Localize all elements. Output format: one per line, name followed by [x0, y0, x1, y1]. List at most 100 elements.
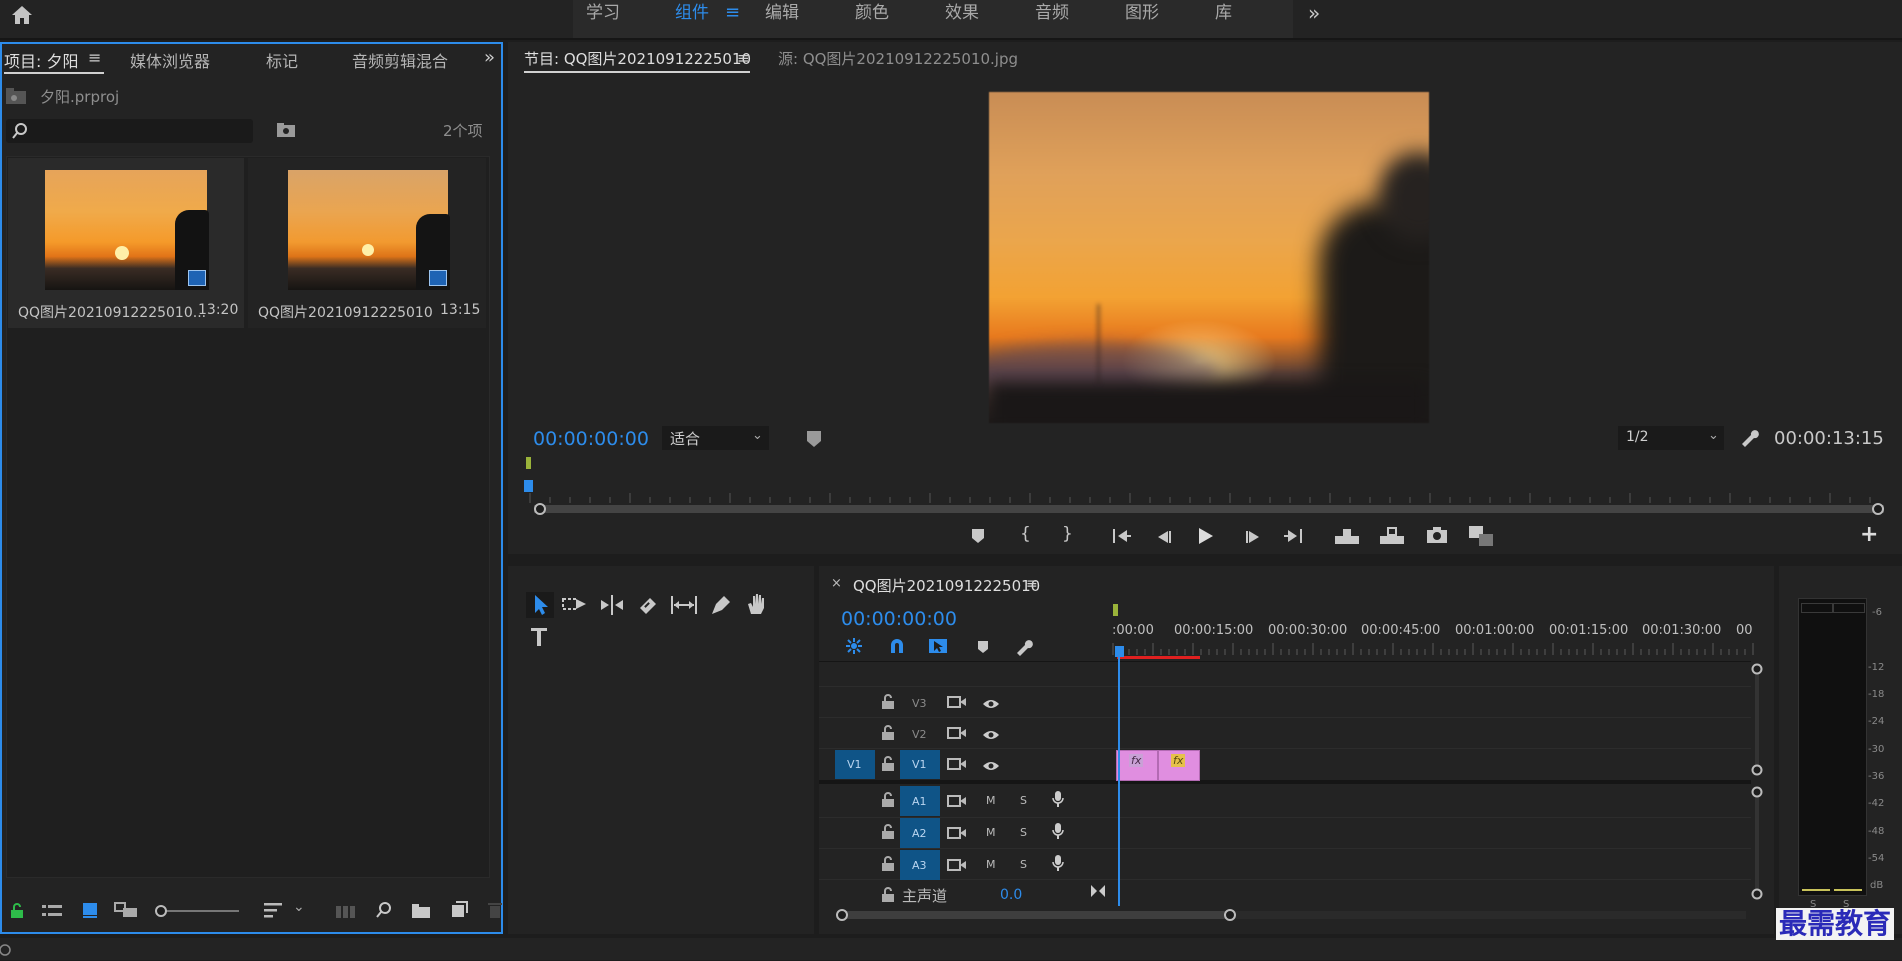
- tab-project[interactable]: 项目: 夕阳: [4, 48, 78, 72]
- eye-icon[interactable]: [982, 757, 1000, 770]
- timeline-settings-icon[interactable]: [1015, 637, 1033, 656]
- tab-audio-clip-mixer[interactable]: 音频剪辑混合: [352, 48, 448, 72]
- track-lock-icon[interactable]: [882, 694, 894, 709]
- freeform-view-icon[interactable]: [114, 902, 139, 918]
- sync-lock-icon[interactable]: [947, 825, 966, 839]
- timeline-timecode[interactable]: 00:00:00:00: [841, 608, 957, 630]
- track-target-a1[interactable]: A1: [900, 786, 940, 816]
- microphone-icon[interactable]: [1052, 855, 1064, 871]
- add-marker-icon[interactable]: [977, 639, 989, 653]
- workspace-menu-icon[interactable]: ≡: [725, 0, 740, 26]
- mark-out-button[interactable]: }: [1062, 524, 1073, 544]
- lock-icon[interactable]: [10, 903, 24, 918]
- tab-media-browser[interactable]: 媒体浏览器: [130, 48, 210, 72]
- razor-tool[interactable]: [636, 594, 658, 616]
- sort-dropdown-icon[interactable]: ⌄: [293, 899, 305, 915]
- project-search-input[interactable]: [6, 119, 253, 143]
- solo-button[interactable]: S: [1020, 826, 1027, 839]
- monitor-time-ruler[interactable]: [529, 488, 1884, 503]
- track-target-v1[interactable]: V1: [900, 750, 940, 779]
- panel-more-icon[interactable]: »: [484, 47, 495, 68]
- add-button[interactable]: +: [1860, 522, 1878, 547]
- lift-button[interactable]: [1335, 527, 1359, 545]
- extract-button[interactable]: [1380, 527, 1404, 545]
- master-volume-value[interactable]: 0.0: [1000, 887, 1022, 903]
- slip-tool[interactable]: [670, 594, 698, 616]
- track-name-v3[interactable]: V3: [912, 697, 927, 710]
- track-lock-icon[interactable]: [882, 725, 894, 740]
- new-bin-icon[interactable]: [412, 903, 430, 918]
- find-icon[interactable]: [376, 902, 392, 918]
- fit-select[interactable]: 适合 ⌄: [662, 426, 769, 450]
- nest-icon[interactable]: [845, 637, 863, 655]
- list-view-icon[interactable]: [42, 903, 62, 917]
- zoom-slider[interactable]: [155, 903, 239, 917]
- track-target-a2[interactable]: A2: [900, 818, 940, 848]
- track-lock-icon[interactable]: [882, 856, 894, 871]
- linked-selection-icon[interactable]: [928, 636, 948, 656]
- sequence-menu-icon[interactable]: ≡: [1026, 576, 1038, 592]
- tab-program-monitor[interactable]: 节目: QQ图片20210912225010: [524, 48, 751, 69]
- eye-icon[interactable]: [982, 695, 1000, 708]
- marker-icon[interactable]: [806, 430, 822, 448]
- new-search-bin-icon[interactable]: [277, 122, 295, 138]
- timeline-ruler[interactable]: [1112, 640, 1754, 655]
- workspace-more-icon[interactable]: »: [1308, 0, 1320, 26]
- wrench-icon[interactable]: [1740, 428, 1759, 447]
- microphone-icon[interactable]: [1052, 791, 1064, 807]
- hand-tool[interactable]: [745, 592, 769, 616]
- monitor-zoom-bar[interactable]: [534, 500, 1884, 515]
- tab-program-menu-icon[interactable]: ≡: [737, 49, 750, 67]
- workspace-tab-color[interactable]: 颜色: [855, 0, 889, 26]
- sync-lock-icon[interactable]: [947, 725, 966, 739]
- pen-tool[interactable]: [709, 593, 733, 617]
- track-select-tool[interactable]: [562, 594, 588, 616]
- video-tracks-scrollbar[interactable]: [1751, 663, 1763, 776]
- resolution-select[interactable]: 1/2 ⌄: [1618, 426, 1724, 450]
- new-item-icon[interactable]: [451, 901, 468, 918]
- workspace-tab-effects[interactable]: 效果: [945, 0, 979, 26]
- sort-icon[interactable]: [264, 902, 284, 918]
- project-item[interactable]: QQ图片20210912225010... 13:20: [8, 158, 244, 328]
- automate-sequence-icon[interactable]: [336, 903, 356, 918]
- track-target-a3[interactable]: A3: [900, 850, 940, 880]
- program-timecode-current[interactable]: 00:00:00:00: [533, 428, 649, 450]
- source-patch-v1[interactable]: V1: [835, 750, 875, 779]
- mute-button[interactable]: M: [986, 858, 996, 871]
- track-name-v2[interactable]: V2: [912, 728, 927, 741]
- selection-tool[interactable]: [526, 592, 554, 618]
- workspace-tab-graphics[interactable]: 图形: [1125, 0, 1159, 26]
- sync-lock-icon[interactable]: [947, 756, 966, 770]
- solo-button[interactable]: S: [1020, 858, 1027, 871]
- workspace-tab-learn[interactable]: 学习: [586, 0, 620, 26]
- mark-in-button[interactable]: {: [1020, 524, 1031, 544]
- add-marker-button[interactable]: [971, 528, 985, 544]
- timeline-zoom-scrollbar[interactable]: [836, 906, 1746, 921]
- tab-project-menu-icon[interactable]: ≡: [88, 48, 101, 67]
- home-button[interactable]: [10, 4, 34, 26]
- step-back-button[interactable]: [1156, 529, 1172, 543]
- track-lock-icon[interactable]: [882, 792, 894, 807]
- type-tool[interactable]: [529, 626, 551, 650]
- play-button[interactable]: [1198, 527, 1214, 545]
- workspace-tab-assembly[interactable]: 组件: [675, 0, 709, 26]
- microphone-icon[interactable]: [1052, 823, 1064, 839]
- go-to-next-edit-icon[interactable]: [1090, 883, 1106, 897]
- mute-button[interactable]: M: [986, 826, 996, 839]
- track-lock-icon[interactable]: [882, 887, 894, 902]
- sync-lock-icon[interactable]: [947, 694, 966, 708]
- tab-source-monitor[interactable]: 源: QQ图片20210912225010.jpg: [778, 48, 1018, 69]
- comparison-view-button[interactable]: [1469, 526, 1493, 546]
- snap-icon[interactable]: [888, 637, 906, 655]
- project-item[interactable]: QQ图片20210912225010 13:15: [248, 158, 486, 328]
- export-frame-button[interactable]: [1427, 527, 1447, 543]
- sequence-tab[interactable]: QQ图片20210912225010: [853, 575, 1040, 596]
- sync-lock-icon[interactable]: [947, 857, 966, 871]
- workspace-tab-libraries[interactable]: 库: [1215, 0, 1232, 26]
- trash-icon[interactable]: [488, 902, 502, 918]
- sync-lock-icon[interactable]: [947, 793, 966, 807]
- track-lock-icon[interactable]: [882, 756, 894, 771]
- step-forward-button[interactable]: [1245, 529, 1261, 543]
- timeline-clip[interactable]: fx: [1158, 750, 1200, 781]
- mute-button[interactable]: M: [986, 794, 996, 807]
